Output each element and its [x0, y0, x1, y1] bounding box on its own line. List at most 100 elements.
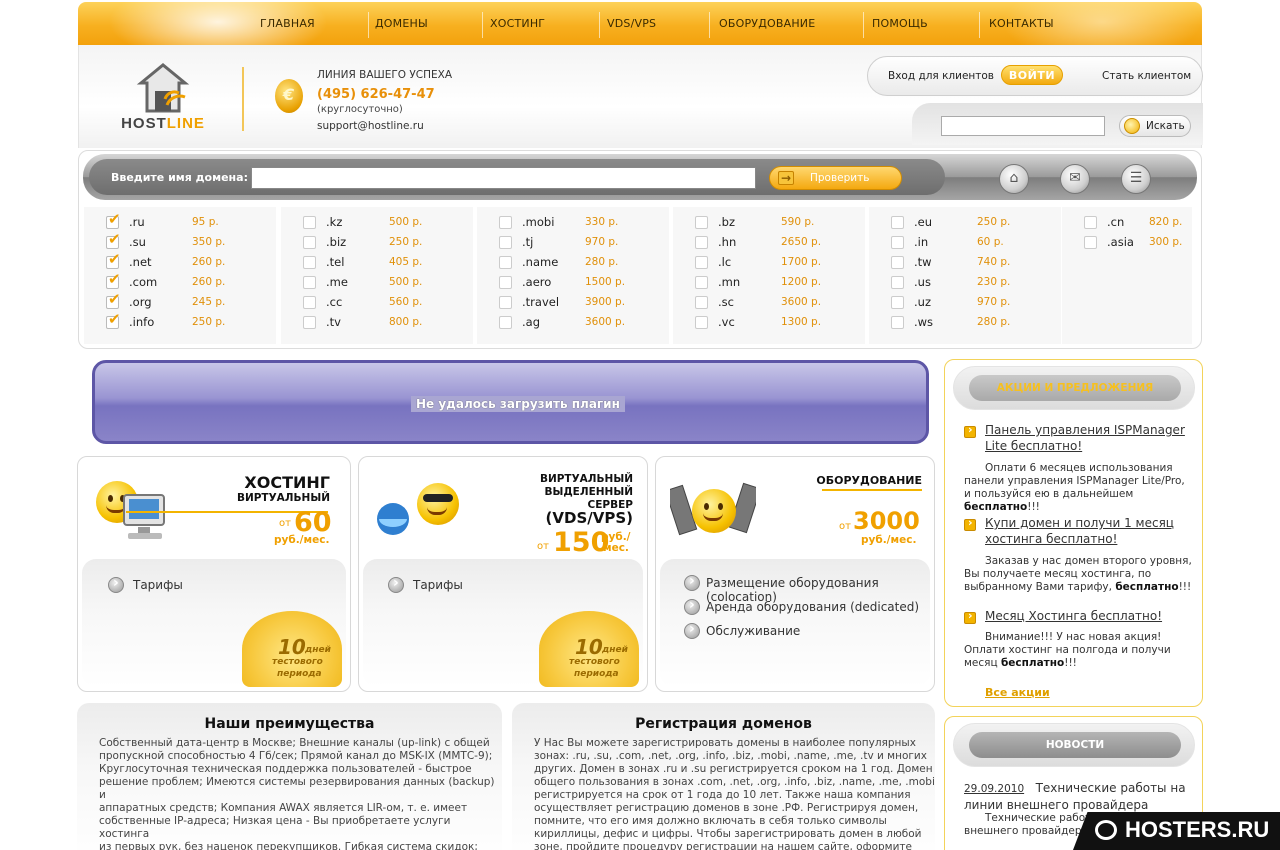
- mail-icon[interactable]: ✉: [1060, 164, 1090, 194]
- client-login-link[interactable]: Вход для клиентов: [888, 70, 994, 82]
- search-bubble-icon: [1095, 820, 1117, 840]
- zone-checkbox[interactable]: [499, 296, 512, 309]
- zone-name: .biz: [326, 235, 347, 249]
- plugin-placeholder: Не удалось загрузить плагин: [92, 360, 929, 444]
- zone-name: .cc: [326, 295, 343, 309]
- check-domain-button[interactable]: Проверить: [769, 166, 902, 190]
- zone-row: .ws 280 р.: [869, 312, 1059, 330]
- slogan: ЛИНИЯ ВАШЕГО УСПЕХА: [317, 69, 453, 81]
- zone-row: .su 350 р.: [84, 230, 274, 250]
- become-client-link[interactable]: Стать клиентом: [1102, 70, 1191, 82]
- nav-divider: [863, 12, 864, 38]
- home-icon[interactable]: ⌂: [999, 164, 1029, 194]
- support-email[interactable]: support@hostline.ru: [317, 120, 424, 132]
- all-promotions-link[interactable]: Все акции: [985, 686, 1050, 699]
- maintenance-link[interactable]: Обслуживание: [706, 624, 800, 638]
- zone-name: .cn: [1107, 215, 1125, 229]
- promo-title-1[interactable]: Панель управления ISPManager Lite беспла…: [985, 422, 1195, 454]
- zone-checkbox[interactable]: [891, 316, 904, 329]
- hosting-card: ХОСТИНГ ВИРТУАЛЬНЫЙ от 60 руб./мес. Тари…: [77, 456, 351, 692]
- promo-text-3: Внимание!!! У нас новая акция! Оплати хо…: [964, 631, 1171, 669]
- zone-name: .ws: [914, 315, 934, 329]
- zone-checkbox[interactable]: [891, 216, 904, 229]
- nav-item-vds[interactable]: VDS/VPS: [607, 17, 656, 30]
- zone-price: 3900 р.: [585, 296, 626, 308]
- zone-name: .ag: [522, 315, 541, 329]
- nav-item-contacts[interactable]: КОНТАКТЫ: [989, 17, 1054, 30]
- zone-checkbox[interactable]: [106, 230, 121, 249]
- nav-item-home[interactable]: ГЛАВНАЯ: [260, 17, 315, 30]
- zone-checkbox[interactable]: [695, 316, 708, 329]
- zone-checkbox[interactable]: [891, 276, 904, 289]
- zone-checkbox[interactable]: [106, 250, 121, 269]
- zone-checkbox[interactable]: [303, 256, 316, 269]
- zone-row: .vc 1300 р.: [673, 312, 863, 330]
- advantages-title: Наши преимущества: [204, 716, 375, 732]
- zone-checkbox[interactable]: [695, 276, 708, 289]
- zone-price: 3600 р.: [585, 316, 626, 328]
- nav-item-equipment[interactable]: ОБОРУДОВАНИЕ: [719, 17, 815, 30]
- equipment-title: ОБОРУДОВАНИЕ: [816, 474, 922, 487]
- zone-price: 245 р.: [192, 296, 226, 308]
- zone-name: .sc: [718, 295, 734, 309]
- zone-price: 590 р.: [781, 216, 815, 228]
- zone-checkbox[interactable]: [106, 210, 121, 229]
- hosting-subtitle: ВИРТУАЛЬНЫЙ: [236, 492, 330, 504]
- zone-checkbox[interactable]: [106, 270, 121, 289]
- search-input[interactable]: [941, 116, 1105, 136]
- zone-checkbox[interactable]: [695, 236, 708, 249]
- nav-item-help[interactable]: ПОМОЩЬ: [872, 17, 928, 30]
- zone-checkbox[interactable]: [695, 296, 708, 309]
- zone-checkbox[interactable]: [303, 276, 316, 289]
- vds-tariffs-link[interactable]: Тарифы: [413, 578, 463, 592]
- nav-item-hosting[interactable]: ХОСТИНГ: [490, 17, 545, 30]
- vds-card: ВИРТУАЛЬНЫЙ ВЫДЕЛЕННЫЙ СЕРВЕР (VDS/VPS) от…: [358, 456, 648, 692]
- zone-name: .hn: [718, 235, 737, 249]
- promotions-box: АКЦИИ И ПРЕДЛОЖЕНИЯ Панель управления IS…: [944, 359, 1203, 707]
- zone-checkbox[interactable]: [499, 256, 512, 269]
- zone-name: .tj: [522, 235, 534, 249]
- globe-icon: [377, 503, 409, 535]
- zone-checkbox[interactable]: [303, 236, 316, 249]
- zone-checkbox[interactable]: [695, 256, 708, 269]
- zone-checkbox[interactable]: [1084, 236, 1097, 249]
- advantages-text: Собственный дата-центр в Москве; Внешние…: [99, 737, 502, 850]
- text-line: У Нас Вы можете зарегистрировать домены …: [534, 737, 916, 749]
- zone-checkbox[interactable]: [303, 216, 316, 229]
- promo-title-2[interactable]: Купи домен и получи 1 месяц хостинга бес…: [985, 515, 1195, 547]
- zone-row: .ag 3600 р.: [477, 312, 667, 330]
- search-button[interactable]: Искать: [1119, 115, 1191, 137]
- zone-checkbox[interactable]: [499, 216, 512, 229]
- domain-name-input[interactable]: [251, 167, 756, 189]
- text-line: регистрируется на срок от 1 года до 10 л…: [534, 789, 911, 801]
- zone-checkbox[interactable]: [499, 276, 512, 289]
- login-button[interactable]: ВОЙТИ: [1001, 65, 1063, 85]
- zone-checkbox[interactable]: [303, 316, 316, 329]
- zone-checkbox[interactable]: [499, 316, 512, 329]
- hosting-tariffs-link[interactable]: Тарифы: [133, 578, 183, 592]
- price-unit: мес.: [603, 542, 629, 554]
- zone-row: .eu 250 р.: [869, 212, 1059, 230]
- zone-column: .kz 500 р. .biz 250 р. .tel 405 р. .me 500 р. .c…: [281, 207, 473, 344]
- zone-checkbox[interactable]: [891, 296, 904, 309]
- zone-price: 95 р.: [192, 216, 219, 228]
- zone-row: .me 500 р.: [281, 272, 471, 290]
- zone-checkbox[interactable]: [303, 296, 316, 309]
- text-line: аппаратных средств; Компания AWAX являет…: [99, 802, 468, 814]
- zone-checkbox[interactable]: [499, 236, 512, 249]
- sitemap-icon[interactable]: ☰: [1121, 164, 1151, 194]
- zone-checkbox[interactable]: [891, 236, 904, 249]
- zone-row: .tv 800 р.: [281, 312, 471, 330]
- zone-checkbox[interactable]: [106, 290, 121, 309]
- zone-checkbox[interactable]: [1084, 216, 1097, 229]
- hostline-logo[interactable]: HOSTLINE: [113, 61, 213, 135]
- zone-checkbox[interactable]: [891, 256, 904, 269]
- zone-checkbox[interactable]: [695, 216, 708, 229]
- nav-item-domains[interactable]: ДОМЕНЫ: [375, 17, 428, 30]
- equipment-card: ОБОРУДОВАНИЕ от 3000 руб./мес. Размещени…: [655, 456, 935, 692]
- zone-checkbox[interactable]: [106, 310, 121, 329]
- text-line: пропускной способностью 4 Гб/сек; Прямой…: [99, 750, 493, 762]
- dedicated-link[interactable]: Аренда оборудования (dedicated): [706, 600, 919, 614]
- promo-title-3[interactable]: Месяц Хостинга бесплатно!: [985, 608, 1195, 624]
- arrow-circle-icon: [684, 573, 700, 591]
